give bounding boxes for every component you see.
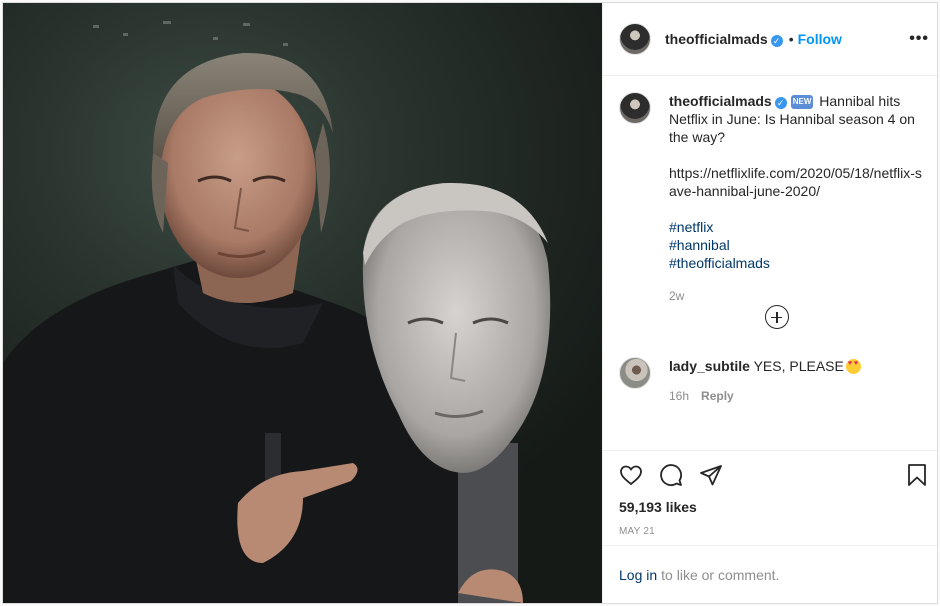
caption-username[interactable]: theofficialmads <box>669 93 772 109</box>
comment-text: YES, PLEASE <box>753 358 844 374</box>
share-paper-plane-icon[interactable] <box>699 463 723 487</box>
follow-button[interactable]: Follow <box>798 31 842 47</box>
commenter-username[interactable]: lady_subtile <box>669 358 750 374</box>
comments-section: theofficialmads ✓ NEW Hannibal hits Netfli… <box>603 76 937 450</box>
comment-item: lady_subtile YES, PLEASE 16h Reply <box>619 357 861 405</box>
hashtag-link[interactable]: #hannibal <box>669 236 929 254</box>
hashtag-link[interactable]: #theofficialmads <box>669 254 929 272</box>
caption-avatar[interactable] <box>619 92 651 124</box>
caption-timestamp: 2w <box>669 289 685 303</box>
verified-badge-icon: ✓ <box>774 97 787 109</box>
photo-illustration <box>3 21 551 603</box>
hashtag-list: #netflix #hannibal #theofficialmads <box>669 218 929 272</box>
like-heart-icon[interactable] <box>619 463 643 487</box>
author-username[interactable]: theofficialmads <box>665 31 768 47</box>
post-date: MAY 21 <box>619 526 655 537</box>
comment-timestamp: 16h <box>669 389 690 403</box>
author-avatar[interactable] <box>619 23 651 55</box>
comment-meta: 16h Reply <box>669 387 861 405</box>
instagram-post: theofficialmads ✓ • Follow ••• theofficia… <box>2 2 938 604</box>
new-emoji-badge: NEW <box>790 95 814 109</box>
commenter-avatar[interactable] <box>619 357 651 389</box>
post-panel: theofficialmads ✓ • Follow ••• theofficia… <box>602 3 937 603</box>
likes-count[interactable]: 59,193 likes <box>619 499 929 515</box>
caption-link: https://netflixlife.com/2020/05/18/netfl… <box>669 165 922 199</box>
post-header: theofficialmads ✓ • Follow ••• <box>603 3 937 76</box>
post-photo[interactable] <box>3 3 602 603</box>
caption-body: theofficialmads ✓ NEW Hannibal hits Netfli… <box>669 92 929 305</box>
separator-dot: • <box>788 31 794 47</box>
more-options-icon[interactable]: ••• <box>909 30 929 48</box>
heart-eyes-emoji-icon <box>845 359 861 374</box>
hashtag-link[interactable]: #netflix <box>669 218 929 236</box>
login-prompt: Log in to like or comment. <box>603 545 937 603</box>
action-bar <box>619 451 929 499</box>
login-prompt-text: to like or comment. <box>661 566 780 583</box>
author-name-wrap: theofficialmads ✓ <box>665 31 783 47</box>
load-more-comments-icon[interactable] <box>765 305 789 329</box>
comment-body: lady_subtile YES, PLEASE 16h Reply <box>669 357 861 405</box>
actions-section: 59,193 likes MAY 21 <box>603 450 937 545</box>
reply-button[interactable]: Reply <box>701 389 734 403</box>
login-link[interactable]: Log in <box>619 567 657 583</box>
caption: theofficialmads ✓ NEW Hannibal hits Netfli… <box>619 92 929 305</box>
comment-bubble-icon[interactable] <box>659 463 683 487</box>
verified-badge-icon: ✓ <box>770 35 783 47</box>
save-bookmark-icon[interactable] <box>905 463 929 487</box>
